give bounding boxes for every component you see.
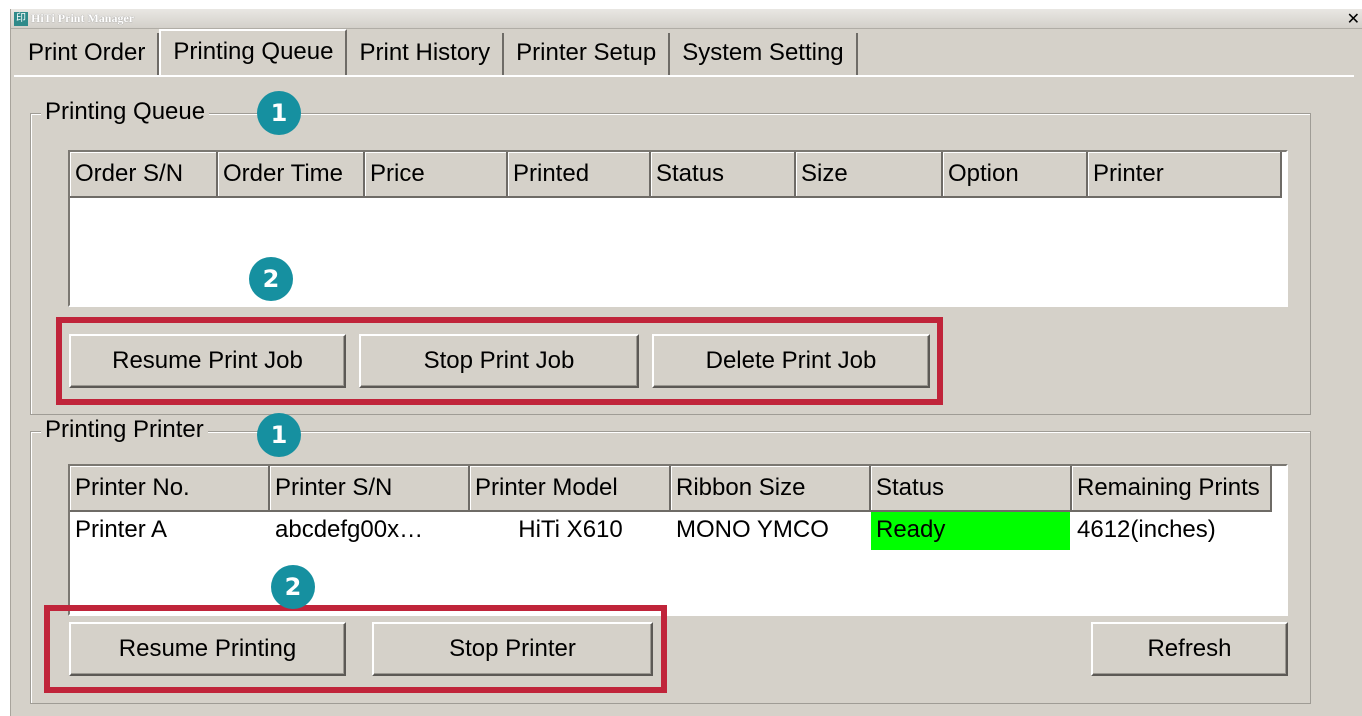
refresh-button[interactable]: Refresh: [1091, 622, 1288, 676]
remaining-prints-cell: 4612(inches): [1077, 516, 1216, 543]
printer-sn-cell: abcdefg00x…: [275, 516, 424, 543]
ribbon-size-cell: MONO YMCO: [676, 516, 829, 543]
column-printer[interactable]: Printer: [1088, 152, 1282, 198]
column-printer-no[interactable]: Printer No.: [70, 466, 270, 512]
callout-badge-2: 2: [249, 257, 293, 301]
queue-list-header: Order S/N Order Time Price Printed Statu…: [70, 152, 1282, 198]
printer-list[interactable]: Printer No. Printer S/N Printer Model Ri…: [68, 464, 1288, 616]
column-remaining-prints[interactable]: Remaining Prints: [1072, 466, 1272, 512]
printing-queue-legend: Printing Queue: [41, 97, 210, 127]
column-ribbon-size[interactable]: Ribbon Size: [671, 466, 871, 512]
column-size[interactable]: Size: [796, 152, 943, 198]
printer-row[interactable]: Printer A abcdefg00x… HiTi X610 MONO YMC…: [70, 512, 1272, 550]
tab-printing-queue[interactable]: Printing Queue: [159, 29, 348, 75]
callout-badge-1: 1: [257, 413, 301, 457]
column-order-sn[interactable]: Order S/N: [70, 152, 218, 198]
callout-badge-1: 1: [257, 91, 301, 135]
close-icon[interactable]: ✕: [1347, 9, 1360, 29]
tab-print-history[interactable]: Print History: [347, 33, 505, 75]
printer-status-cell: Ready: [871, 512, 1070, 550]
title-bar: 印 HiTi Print Manager ✕: [11, 9, 1362, 29]
column-printer-sn[interactable]: Printer S/N: [270, 466, 470, 512]
callout-badge-2: 2: [271, 565, 315, 609]
tab-divider: [14, 75, 1354, 77]
printer-model-cell: HiTi X610: [518, 516, 623, 543]
printing-printer-legend: Printing Printer: [41, 415, 208, 445]
column-price[interactable]: Price: [365, 152, 508, 198]
printer-no-cell: Printer A: [75, 516, 168, 543]
column-printed[interactable]: Printed: [508, 152, 651, 198]
column-printer-status[interactable]: Status: [871, 466, 1072, 512]
column-order-time[interactable]: Order Time: [218, 152, 365, 198]
column-status[interactable]: Status: [651, 152, 796, 198]
printer-buttons-highlight: [44, 605, 667, 693]
tab-system-setting[interactable]: System Setting: [670, 33, 858, 75]
queue-buttons-highlight: [56, 317, 943, 405]
tab-print-order[interactable]: Print Order: [16, 33, 160, 75]
printer-list-header: Printer No. Printer S/N Printer Model Ri…: [70, 466, 1272, 512]
tab-printer-setup[interactable]: Printer Setup: [504, 33, 671, 75]
column-printer-model[interactable]: Printer Model: [470, 466, 671, 512]
column-option[interactable]: Option: [943, 152, 1088, 198]
tab-bar: Print Order Printing Queue Print History…: [16, 29, 858, 75]
window-title: HiTi Print Manager: [31, 11, 135, 25]
app-logo-icon: 印: [14, 12, 28, 26]
